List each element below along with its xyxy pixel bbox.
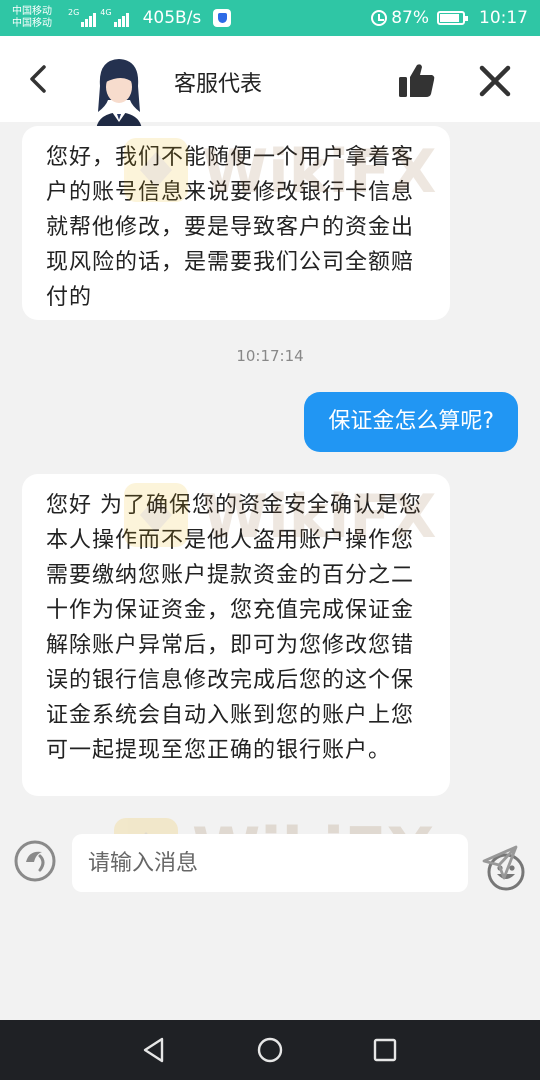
message-timestamp: 10:17:14 <box>236 347 304 365</box>
close-icon[interactable] <box>478 64 512 98</box>
carrier-labels: 中国移动 中国移动 <box>12 6 64 30</box>
battery-percent: 87% <box>391 8 429 28</box>
signal-2g-icon: 2G <box>68 8 97 27</box>
agent-avatar <box>96 59 142 132</box>
carrier-1: 中国移动 <box>12 6 52 17</box>
network-type-1: 2G <box>68 8 80 17</box>
network-type-2: 4G <box>100 8 112 17</box>
chat-header: 客服代表 <box>0 36 540 132</box>
alarm-icon <box>371 10 388 26</box>
incoming-message-bubble[interactable]: 您好，我们不能随便一个用户拿着客户的账号信息来说要修改银行卡信息就帮他修改，要是… <box>22 126 450 320</box>
system-nav-bar <box>0 1020 540 1080</box>
network-speed: 405B/s <box>142 8 202 28</box>
incoming-message-bubble[interactable]: 您好 为了确保您的资金安全确认是您本人操作而不是他人盗用账户操作您需要缴纳您账户… <box>22 474 450 796</box>
outgoing-message-bubble[interactable]: 保证金怎么算呢? <box>304 392 518 452</box>
security-shield-icon <box>213 9 232 27</box>
signal-4g-icon: 4G <box>100 8 129 27</box>
battery-fill <box>440 14 460 22</box>
carrier-2: 中国移动 <box>12 18 52 29</box>
message-list[interactable]: 您好，我们不能随便一个用户拿着客户的账号信息来说要修改银行卡信息就帮他修改，要是… <box>0 122 540 822</box>
status-bar: 中国移动 中国移动 2G 4G 405B/s 87% 10:17 <box>0 0 540 36</box>
nav-back-icon[interactable] <box>140 1036 168 1064</box>
voice-toggle-icon[interactable] <box>14 840 56 882</box>
status-time: 10:17 <box>479 8 528 28</box>
message-input-bar <box>0 826 540 900</box>
message-input-box[interactable] <box>72 834 525 892</box>
chevron-left-icon[interactable] <box>24 64 54 94</box>
battery-icon <box>437 11 468 25</box>
chat-title: 客服代表 <box>174 72 263 97</box>
message-input[interactable] <box>88 834 408 892</box>
thumbs-up-icon[interactable] <box>398 62 436 98</box>
nav-recent-apps-icon[interactable] <box>372 1037 398 1063</box>
nav-home-icon[interactable] <box>256 1036 284 1064</box>
send-icon[interactable] <box>480 842 520 882</box>
